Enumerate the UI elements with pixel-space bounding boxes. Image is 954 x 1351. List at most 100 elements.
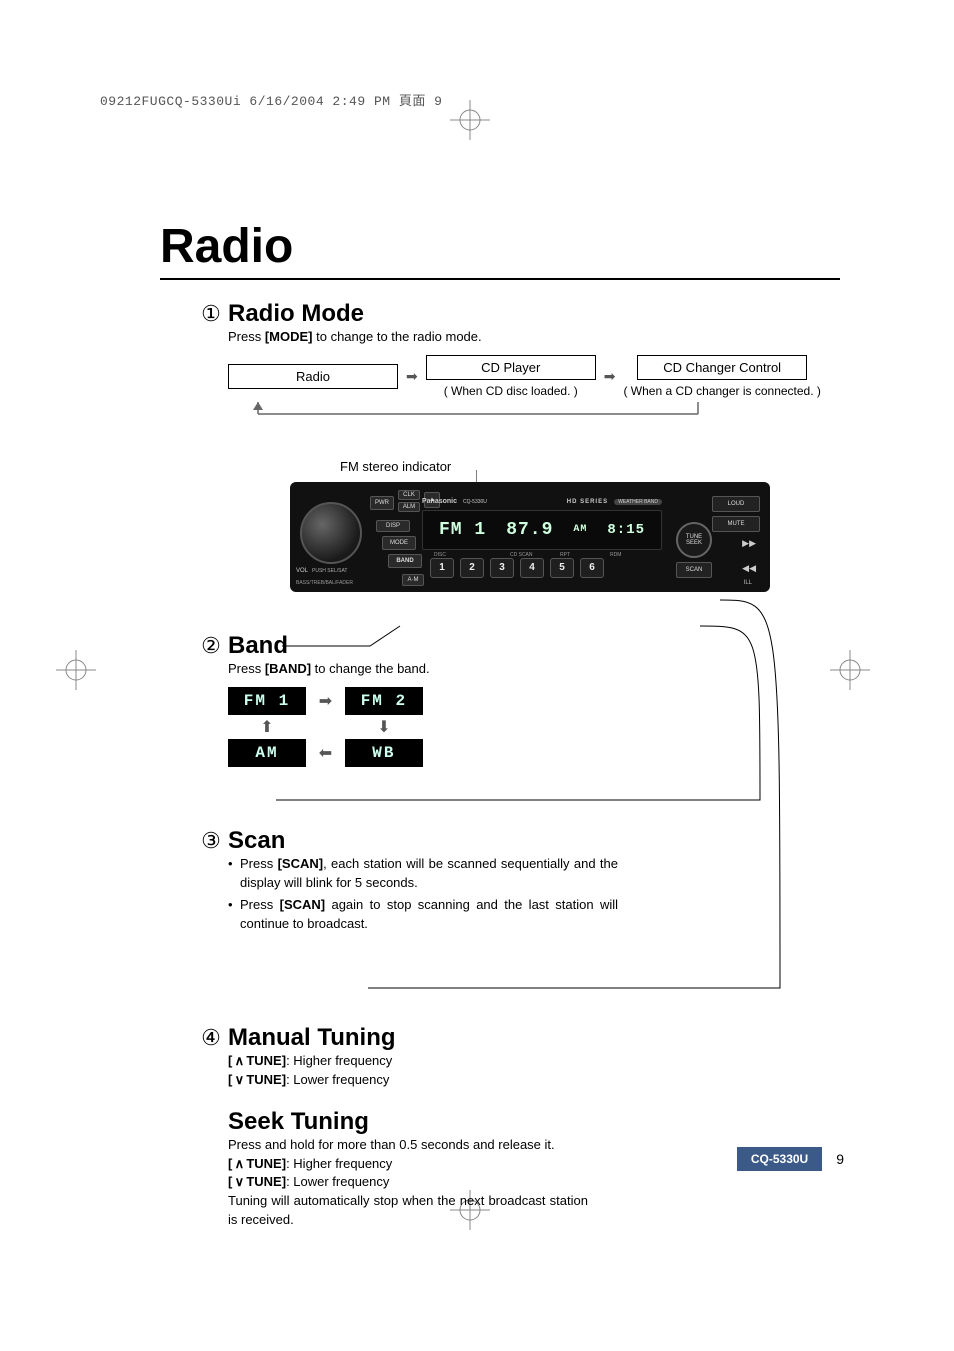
brand-label: Panasonic	[422, 498, 457, 505]
mode-button: MODE	[382, 536, 416, 550]
prev-track-icon: ◀◀	[742, 563, 756, 574]
volume-knob	[300, 502, 362, 564]
band-cell-am: AM	[228, 739, 306, 767]
key-tune-up: TUNE]	[246, 1053, 286, 1068]
title-rule	[160, 278, 840, 280]
section-3-number: ③	[200, 828, 222, 854]
preset-4: 4	[520, 558, 544, 578]
band-cell-fm1: FM 1	[228, 687, 306, 715]
preset-3: 3	[490, 558, 514, 578]
preset-5: 5	[550, 558, 574, 578]
label-vol: VOL	[296, 568, 308, 574]
mode-note-changer: ( When a CD changer is connected. )	[623, 384, 820, 398]
text: : Lower frequency	[286, 1072, 389, 1087]
section-3-bullets: Press [SCAN], each station will be scann…	[228, 855, 618, 934]
key-tune-down: TUNE]	[246, 1174, 286, 1189]
section-3-title: Scan	[228, 827, 285, 855]
screen-clock: 8:15	[607, 522, 645, 538]
section-1-number: ①	[200, 301, 222, 327]
mode-box-radio: Radio	[228, 364, 398, 389]
mode-note-cd: ( When CD disc loaded. )	[444, 384, 578, 398]
series-label: HD SERIES	[567, 499, 608, 505]
label-bass-treb: BASS/TREB/BAL/FADER	[296, 580, 353, 586]
tune-seek-rocker: TUNE SEEK	[676, 522, 712, 558]
key-mode: [MODE]	[265, 329, 313, 344]
section-2-title: Band	[228, 632, 288, 660]
device-brand-strip: Panasonic CQ-5330U HD SERIES WEATHER BAN…	[422, 497, 662, 507]
section-4-body: [∧TUNE]: Higher frequency [∨TUNE]: Lower…	[228, 1052, 840, 1090]
seek-note: Tuning will automatically stop when the …	[228, 1192, 588, 1230]
text: to change the band.	[311, 661, 430, 676]
section-2-desc: Press [BAND] to change the band.	[228, 660, 840, 679]
screen-band: FM 1	[439, 520, 486, 540]
key-tune-up: TUNE]	[246, 1156, 286, 1171]
seek-label: SEEK	[686, 540, 702, 546]
key-band: [BAND]	[265, 661, 311, 676]
down-arrow-icon: ∨	[232, 1071, 246, 1090]
car-radio-device: VOL PUSH SEL/SAT BASS/TREB/BAL/FADER PWR…	[290, 482, 770, 592]
am-button: A·M	[402, 574, 424, 586]
weather-band-label: WEATHER BAND	[614, 499, 662, 505]
down-arrow-icon: ∨	[232, 1173, 246, 1192]
page-number: 9	[836, 1151, 844, 1167]
section-1-desc: Press [MODE] to change to the radio mode…	[228, 328, 840, 347]
band-cycle-diagram: FM 1 ➡ FM 2 ⬆ ⬇ AM ⬅ WB	[228, 687, 840, 767]
page-footer: CQ-5330U 9	[737, 1147, 844, 1171]
band-button: BAND	[388, 554, 422, 568]
loud-button: LOUD	[712, 496, 760, 512]
seek-desc: Press and hold for more than 0.5 seconds…	[228, 1136, 588, 1155]
section-4-number: ④	[200, 1025, 222, 1051]
arrow-right-icon: ➡	[406, 368, 418, 385]
footer-model-badge: CQ-5330U	[737, 1147, 822, 1171]
section-2-number: ②	[200, 633, 222, 659]
mode-flow-return	[228, 402, 840, 429]
preset-2: 2	[460, 558, 484, 578]
band-cell-wb: WB	[345, 739, 423, 767]
scan-button: SCAN	[676, 562, 712, 578]
section-1-title: Radio Mode	[228, 300, 364, 328]
crop-mark-left	[56, 650, 96, 690]
key-tune-down: TUNE]	[246, 1072, 286, 1087]
scan-bullet-2: Press [SCAN] again to stop scanning and …	[228, 896, 618, 934]
arrow-left-icon: ⬅	[310, 743, 340, 763]
label-rdm: RDM	[610, 552, 621, 558]
clk-button: CLK	[398, 490, 420, 500]
page-main-title: Radio	[160, 219, 850, 274]
section-5-title: Seek Tuning	[228, 1108, 369, 1136]
text: : Higher frequency	[286, 1053, 392, 1068]
preset-row: 1 2 3 4 5 6	[430, 558, 604, 578]
text: : Lower frequency	[286, 1174, 389, 1189]
device-lcd-screen: FM 1 87.9 AM 8:15	[422, 510, 662, 550]
text: Press	[240, 856, 278, 871]
next-track-icon: ▶▶	[742, 538, 756, 549]
fm-stereo-indicator-label: FM stereo indicator	[340, 459, 840, 474]
up-arrow-icon: ∧	[232, 1052, 246, 1071]
print-header: 09212FUGCQ-5330Ui 6/16/2004 2:49 PM 頁面 9	[100, 90, 850, 109]
section-5-body: Press and hold for more than 0.5 seconds…	[228, 1136, 588, 1230]
preset-1: 1	[430, 558, 454, 578]
scan-bullet-1: Press [SCAN], each station will be scann…	[228, 855, 618, 893]
text: Press	[240, 897, 280, 912]
label-push-sel: PUSH SEL/SAT	[312, 568, 347, 574]
text: Press	[228, 329, 265, 344]
key-scan: [SCAN]	[278, 856, 324, 871]
preset-6: 6	[580, 558, 604, 578]
mode-flow-diagram: Radio ➡ CD Player ( When CD disc loaded.…	[228, 355, 840, 398]
mode-box-cd-changer: CD Changer Control	[637, 355, 807, 380]
disp-button: DISP	[376, 520, 410, 532]
pwr-button: PWR	[370, 496, 394, 510]
up-arrow-icon: ∧	[232, 1155, 246, 1174]
arrow-right-icon: ➡	[310, 691, 340, 711]
arrow-down-icon: ⬇	[345, 717, 423, 737]
ill-label: ILL	[744, 580, 752, 586]
arrow-right-icon: ➡	[604, 368, 616, 385]
mute-button: MUTE	[712, 516, 760, 532]
mode-box-cd-player: CD Player	[426, 355, 596, 380]
text: to change to the radio mode.	[313, 329, 482, 344]
arrow-up-icon: ⬆	[228, 717, 306, 737]
text: : Higher frequency	[286, 1156, 392, 1171]
key-scan: [SCAN]	[280, 897, 326, 912]
device-model-label: CQ-5330U	[463, 499, 487, 505]
screen-clock-ampm: AM	[573, 524, 587, 535]
section-4-title: Manual Tuning	[228, 1024, 396, 1052]
